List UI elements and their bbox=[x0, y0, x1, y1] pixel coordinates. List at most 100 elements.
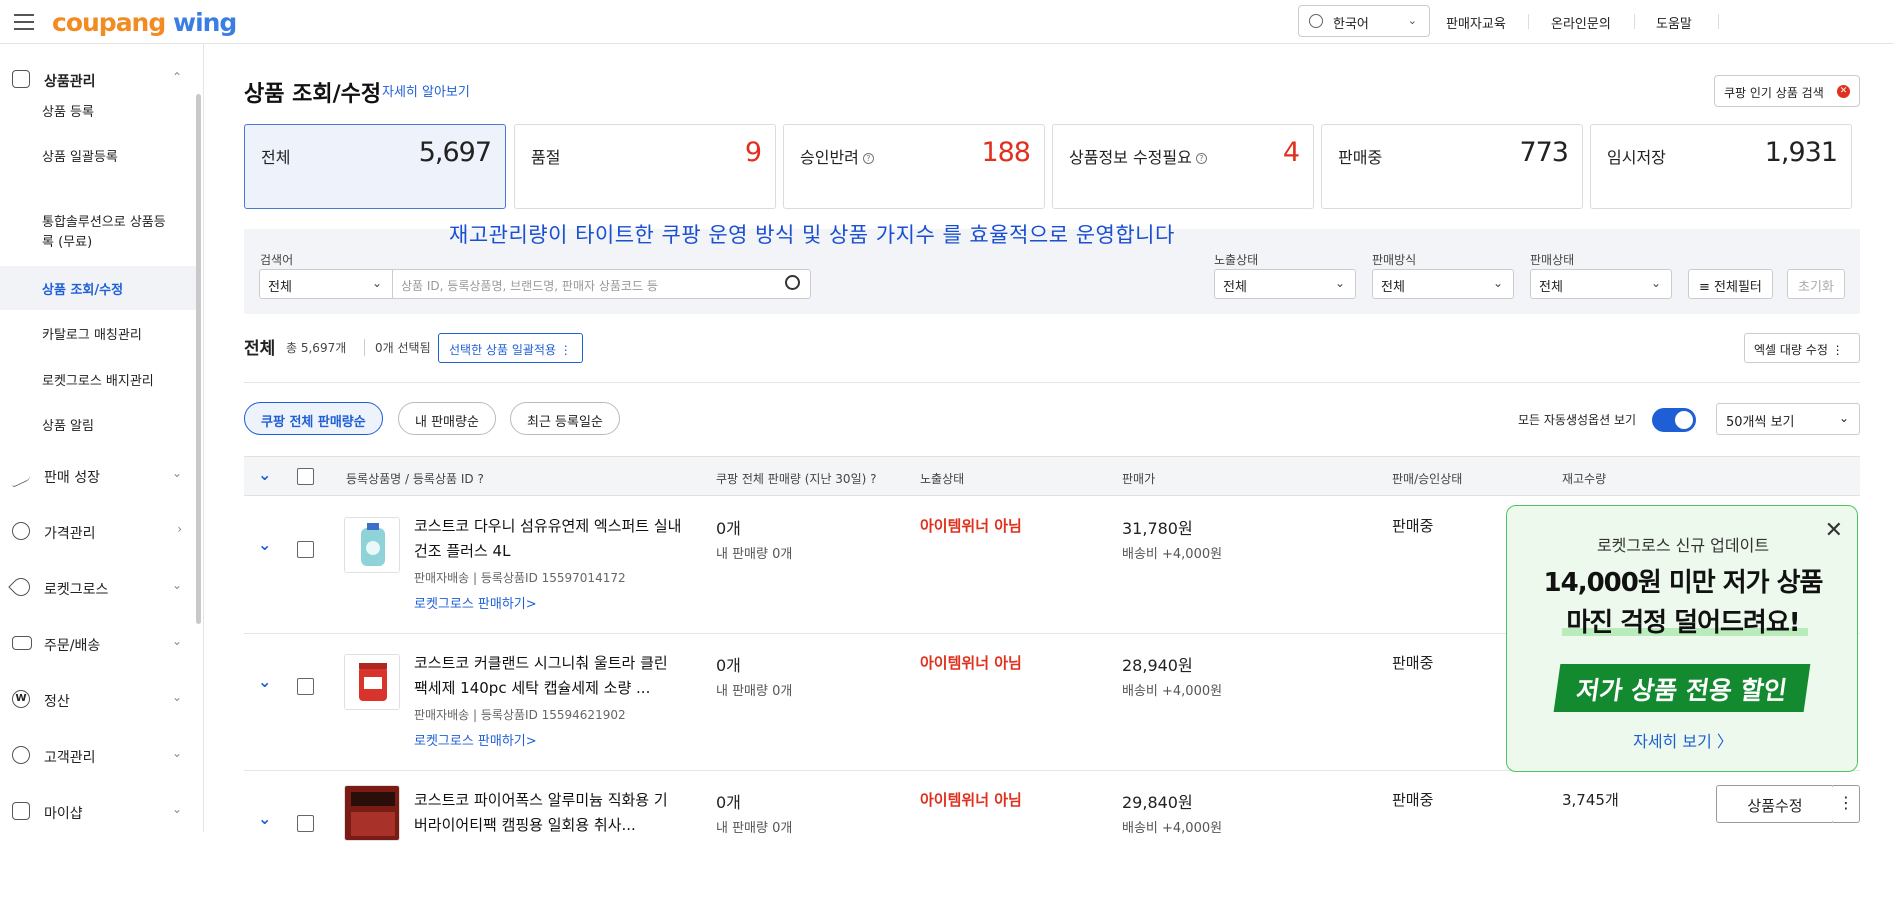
seller-education-link[interactable]: 판매자교육 bbox=[1446, 13, 1506, 32]
expand-row-icon[interactable]: ⌄ bbox=[258, 535, 271, 554]
stat-card-soldout[interactable]: 품절 9 bbox=[514, 124, 776, 209]
help-icon[interactable]: ? bbox=[862, 153, 874, 164]
sidebar-item-rocket-growth[interactable]: 로켓그로스 ⌄ bbox=[0, 568, 196, 608]
search-label: 검색어 bbox=[260, 253, 294, 267]
chevron-down-icon: ⌄ bbox=[171, 634, 182, 648]
auto-options-label: 모든 자동생성옵션 보기 bbox=[1518, 413, 1637, 427]
sales-status-select[interactable]: 전체 ⌄ bbox=[1530, 269, 1672, 299]
expose-status: 아이템위너 아님 bbox=[920, 791, 1022, 809]
chevron-down-icon: ⌄ bbox=[1838, 411, 1849, 425]
promo-title-line2: 마진 걱정 덜어드려요! bbox=[1566, 608, 1800, 638]
divider bbox=[1634, 14, 1635, 29]
expand-row-icon[interactable]: ⌄ bbox=[258, 672, 271, 691]
rocket-growth-link[interactable]: 로켓그로스 판매하기> bbox=[414, 593, 537, 612]
stat-card-rejected[interactable]: 승인반려? 188 bbox=[783, 124, 1045, 209]
box-icon bbox=[12, 70, 30, 88]
top-bar: coupang wing 한국어 ⌄ 판매자교육 온라인문의 도움말 bbox=[0, 0, 1894, 44]
sidebar-item-bulk-register[interactable]: 상품 일괄등록 bbox=[0, 146, 196, 166]
sidebar-scrollbar[interactable] bbox=[196, 94, 201, 624]
chevron-down-icon: ⌄ bbox=[1492, 276, 1503, 290]
sidebar: 상품관리 ⌃ 상품 등록 상품 일괄등록 통합솔루션으로 상품등록 (무료) 상… bbox=[0, 44, 204, 832]
help-icon[interactable]: ? bbox=[1195, 153, 1207, 164]
expand-all-icon[interactable]: ⌄ bbox=[258, 465, 271, 484]
expose-label: 노출상태 bbox=[1214, 253, 1259, 267]
promo-details-link[interactable]: 자세히 보기 〉 bbox=[1507, 728, 1859, 752]
won-icon: W bbox=[12, 690, 30, 708]
sidebar-item-settlement[interactable]: W 정산 ⌄ bbox=[0, 680, 196, 720]
stock-quantity: 3,745개 bbox=[1562, 791, 1619, 809]
popular-products-button[interactable]: 쿠팡 인기 상품 검색 ✕ bbox=[1714, 75, 1860, 107]
sliders-icon: ≡ bbox=[1699, 280, 1715, 295]
search-icon[interactable] bbox=[785, 275, 800, 290]
chevron-down-icon: ⌄ bbox=[1334, 276, 1345, 290]
per-page-select[interactable]: 50개씩 보기 ⌄ bbox=[1716, 403, 1860, 435]
shop-icon bbox=[12, 802, 30, 820]
product-meta: 판매자배송 | 등록상품ID 15594621902 bbox=[414, 708, 626, 722]
sidebar-item-catalog-matching[interactable]: 카탈로그 매칭관리 bbox=[0, 324, 196, 344]
product-name[interactable]: 코스트코 커클랜드 시그니춰 울트라 클린 팩세제 140pc 세탁 캡슐세제 … bbox=[414, 651, 684, 701]
truck-icon bbox=[12, 636, 32, 650]
trend-icon bbox=[12, 461, 30, 489]
logo[interactable]: coupang wing bbox=[52, 8, 237, 37]
language-select[interactable]: 한국어 ⌄ bbox=[1298, 5, 1430, 37]
sort-coupang-sales[interactable]: 쿠팡 전체 판매량순 bbox=[244, 402, 383, 435]
menu-icon[interactable] bbox=[14, 14, 34, 30]
bulk-apply-button[interactable]: 선택한 상품 일괄적용 ⋮ bbox=[438, 333, 583, 363]
stat-card-all[interactable]: 전체 5,697 bbox=[244, 124, 506, 209]
product-name[interactable]: 코스트코 파이어폭스 알루미늄 직화용 기 버라이어티팩 캠핑용 일회용 취사.… bbox=[414, 788, 684, 838]
reset-button[interactable]: 초기화 bbox=[1787, 269, 1845, 299]
divider bbox=[244, 382, 1860, 383]
help-icon[interactable]: ? bbox=[870, 472, 876, 486]
help-icon[interactable]: ? bbox=[477, 472, 483, 486]
learn-more-link[interactable]: 자세히 알아보기 bbox=[382, 81, 470, 100]
stat-card-needs-edit[interactable]: 상품정보 수정필요? 4 bbox=[1052, 124, 1314, 209]
sales-method-select[interactable]: 전체 ⌄ bbox=[1372, 269, 1514, 299]
notice-text: 재고관리량이 타이트한 쿠팡 운영 방식 및 상품 가지수 를 효율적으로 운영… bbox=[449, 223, 1175, 247]
stat-card-on-sale[interactable]: 판매중 773 bbox=[1321, 124, 1583, 209]
search-input[interactable]: 상품 ID, 등록상품명, 브랜드명, 판매자 상품코드 등 bbox=[393, 269, 811, 299]
row-checkbox[interactable] bbox=[297, 541, 314, 558]
stat-card-draft[interactable]: 임시저장 1,931 bbox=[1590, 124, 1852, 209]
chevron-down-icon: ⌄ bbox=[1650, 276, 1661, 290]
sort-recent[interactable]: 최근 등록일순 bbox=[510, 402, 620, 435]
sidebar-item-orders[interactable]: 주문/배송 ⌄ bbox=[0, 624, 196, 664]
sidebar-item-myshop[interactable]: 마이샵 ⌄ bbox=[0, 792, 196, 832]
sidebar-item-rocket-badge[interactable]: 로켓그로스 배지관리 bbox=[0, 370, 196, 390]
all-filter-button[interactable]: ≡ 전체필터 bbox=[1688, 269, 1773, 299]
excel-bulk-edit-button[interactable]: 엑셀 대량 수정 ⋮ bbox=[1744, 333, 1860, 363]
product-meta: 판매자배송 | 등록상품ID 15597014172 bbox=[414, 571, 626, 585]
product-image bbox=[344, 517, 400, 573]
more-options-icon[interactable]: ⋮ bbox=[1833, 785, 1860, 823]
chevron-down-icon: ⌄ bbox=[1407, 14, 1417, 27]
chevron-down-icon: ⌄ bbox=[171, 466, 182, 480]
list-heading: 전체 bbox=[244, 339, 276, 359]
rocket-icon bbox=[8, 574, 34, 600]
table-header: ⌄ 등록상품명 / 등록상품 ID ? 쿠팡 전체 판매량 (지난 30일) ?… bbox=[244, 456, 1860, 496]
rocket-growth-link[interactable]: 로켓그로스 판매하기> bbox=[414, 730, 537, 749]
expand-row-icon[interactable]: ⌄ bbox=[258, 809, 271, 828]
sidebar-item-customers[interactable]: 고객관리 ⌄ bbox=[0, 736, 196, 776]
search-scope-select[interactable]: 전체 ⌄ bbox=[259, 269, 393, 299]
help-link[interactable]: 도움말 bbox=[1656, 13, 1692, 32]
select-all-checkbox[interactable] bbox=[297, 468, 314, 485]
edit-product-button[interactable]: 상품수정 bbox=[1716, 785, 1834, 823]
sidebar-item-product-register[interactable]: 상품 등록 bbox=[0, 101, 196, 121]
chevron-down-icon: ⌄ bbox=[171, 746, 182, 760]
expose-status-select[interactable]: 전체 ⌄ bbox=[1214, 269, 1356, 299]
sidebar-item-sales-growth[interactable]: 판매 성장 ⌄ bbox=[0, 456, 196, 496]
divider bbox=[1718, 14, 1719, 29]
sort-my-sales[interactable]: 내 판매량순 bbox=[398, 402, 496, 435]
product-name[interactable]: 코스트코 다우니 섬유유연제 엑스퍼트 실내건조 플러스 4L bbox=[414, 514, 684, 564]
sidebar-item-product-search[interactable]: 상품 조회/수정 bbox=[0, 266, 196, 310]
sidebar-item-product-alerts[interactable]: 상품 알림 bbox=[0, 415, 196, 435]
divider bbox=[1528, 14, 1529, 29]
online-inquiry-link[interactable]: 온라인문의 bbox=[1551, 13, 1611, 32]
sidebar-item-price[interactable]: 가격관리 › bbox=[0, 512, 196, 552]
row-checkbox[interactable] bbox=[297, 678, 314, 695]
status-badge: 판매중 bbox=[1392, 517, 1434, 535]
row-checkbox[interactable] bbox=[297, 815, 314, 832]
promo-popup: ✕ 로켓그로스 신규 업데이트 14,000원 미만 저가 상품 마진 걱정 덜… bbox=[1506, 505, 1858, 772]
sidebar-item-integrated-solution[interactable]: 통합솔루션으로 상품등록 (무료) bbox=[0, 213, 180, 253]
sidebar-item-products[interactable]: 상품관리 ⌃ bbox=[0, 60, 196, 100]
auto-options-toggle[interactable] bbox=[1652, 408, 1696, 432]
